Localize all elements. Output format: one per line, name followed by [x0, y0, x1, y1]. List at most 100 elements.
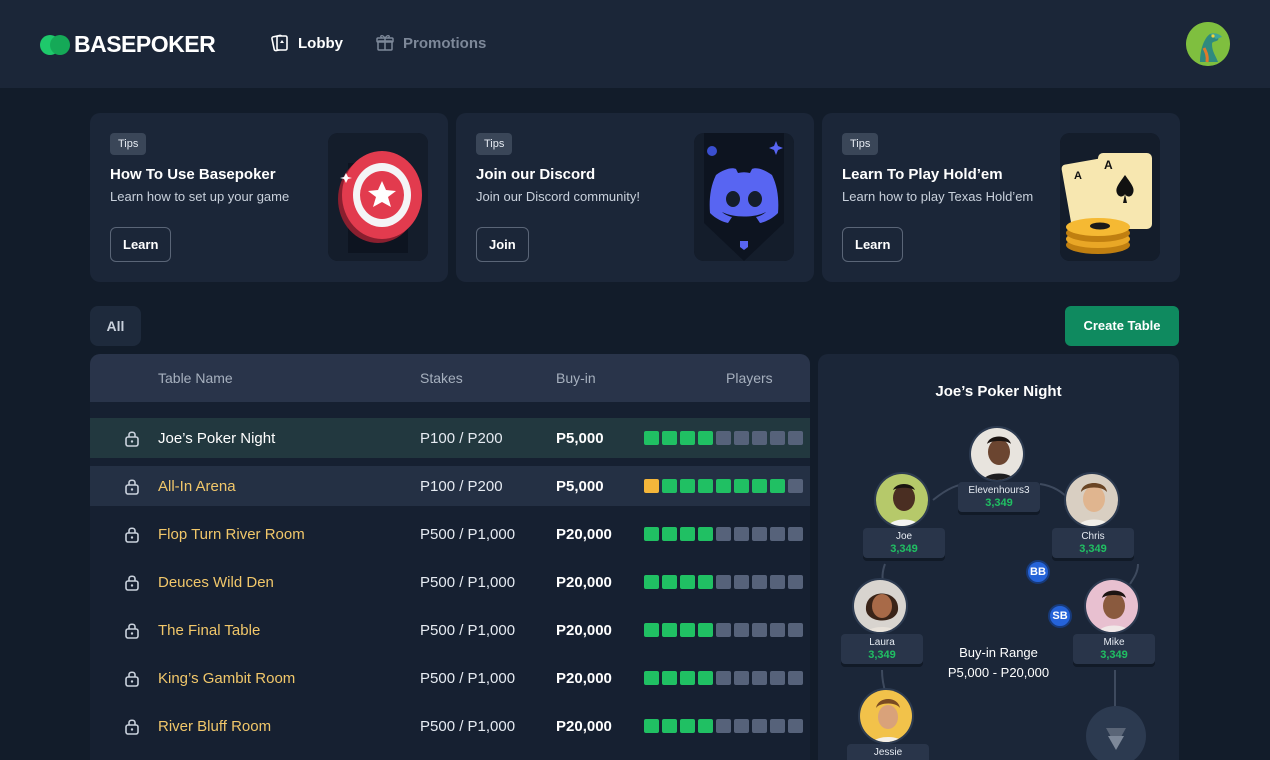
- seat-indicator: [788, 623, 803, 637]
- tip-description: Learn how to set up your game: [110, 189, 290, 204]
- table-name: Flop Turn River Room: [158, 526, 305, 543]
- avatar[interactable]: [874, 472, 930, 528]
- table-row[interactable]: King’s Gambit Room P500 / P1,000 P20,000: [90, 658, 810, 698]
- join-button[interactable]: Join: [476, 227, 529, 262]
- table-row[interactable]: River Bluff Room P500 / P1,000 P20,000: [90, 706, 810, 746]
- seat-indicator: [752, 719, 767, 733]
- seat-indicator: [752, 623, 767, 637]
- table-stakes: P500 / P1,000: [420, 718, 516, 735]
- player-seats-indicator: [644, 719, 803, 733]
- table-name: Joe’s Poker Night: [158, 430, 276, 447]
- seat-indicator: [680, 719, 695, 733]
- table-buyin: P5,000: [556, 478, 604, 495]
- learn-button[interactable]: Learn: [842, 227, 904, 262]
- tip-title: Learn To Play Hold’em: [842, 166, 1003, 183]
- nav-promotions-label: Promotions: [403, 34, 487, 52]
- table-buyin: P20,000: [556, 670, 612, 687]
- table-stakes: P100 / P200: [420, 478, 503, 495]
- avatar[interactable]: [852, 578, 908, 634]
- avatar[interactable]: [1084, 578, 1140, 634]
- seat-indicator: [734, 719, 749, 733]
- poker-chip-art: [328, 133, 428, 261]
- dealer-seat[interactable]: [1086, 706, 1146, 760]
- player-chips: 3,349: [890, 543, 918, 555]
- table-buyin: P5,000: [556, 430, 604, 447]
- seat-indicator: [716, 431, 731, 445]
- seat-indicator: [698, 575, 713, 589]
- cards-icon: [271, 34, 288, 52]
- seat-indicator: [752, 527, 767, 541]
- player-seat: Jessie: [847, 744, 929, 760]
- seat-indicator: [680, 527, 695, 541]
- lock-icon: [123, 525, 141, 548]
- seat-indicator: [716, 479, 731, 493]
- table-stakes: P500 / P1,000: [420, 574, 516, 591]
- player-seats-indicator: [644, 527, 803, 541]
- table-stakes: P500 / P1,000: [420, 670, 516, 687]
- table-buyin: P20,000: [556, 622, 612, 639]
- top-header: BASEPOKER Lobby Promotions: [0, 0, 1270, 88]
- seat-indicator: [680, 623, 695, 637]
- table-name: King’s Gambit Room: [158, 670, 296, 687]
- seat-indicator: [644, 431, 659, 445]
- seat-indicator: [752, 671, 767, 685]
- seat-indicator: [680, 479, 695, 493]
- seat-indicator: [644, 575, 659, 589]
- seat-indicator: [698, 431, 713, 445]
- table-row[interactable]: Flop Turn River Room P500 / P1,000 P20,000: [90, 514, 810, 554]
- logo-text: BASEPOKER: [74, 31, 216, 57]
- tips-badge: Tips: [842, 133, 879, 155]
- seat-indicator: [752, 575, 767, 589]
- player-seat: Elevenhours3 3,349: [958, 482, 1040, 512]
- player-seats-indicator: [644, 623, 803, 637]
- seat-indicator: [698, 623, 713, 637]
- seat-indicator: [788, 719, 803, 733]
- seat-indicator: [680, 431, 695, 445]
- table-name: The Final Table: [158, 622, 261, 639]
- lock-icon: [123, 477, 141, 500]
- seat-indicator: [770, 431, 785, 445]
- avatar[interactable]: [1064, 472, 1120, 528]
- user-avatar[interactable]: [1186, 22, 1230, 66]
- tips-badge: Tips: [110, 133, 147, 155]
- seat-indicator: [644, 671, 659, 685]
- column-header-buyin[interactable]: Buy-in: [556, 370, 596, 386]
- table-buyin: P20,000: [556, 574, 612, 591]
- column-header-stakes[interactable]: Stakes: [420, 370, 463, 386]
- chevron-down-icon: [1106, 728, 1126, 750]
- seat-indicator: [716, 575, 731, 589]
- table-row[interactable]: The Final Table P500 / P1,000 P20,000: [90, 610, 810, 650]
- player-name: Joe: [895, 531, 913, 542]
- learn-button[interactable]: Learn: [110, 227, 172, 262]
- lock-icon: [123, 621, 141, 644]
- lock-icon: [123, 573, 141, 596]
- player-name: Jessie: [873, 747, 903, 758]
- player-chips: 3,349: [1079, 543, 1107, 555]
- svg-text:A: A: [1104, 158, 1113, 172]
- seat-indicator: [662, 671, 677, 685]
- seat-indicator: [770, 527, 785, 541]
- main-nav: Lobby Promotions: [270, 33, 486, 53]
- seat-indicator: [788, 431, 803, 445]
- nav-promotions[interactable]: Promotions: [375, 33, 486, 53]
- column-header-name[interactable]: Table Name: [158, 370, 233, 386]
- table-row[interactable]: All-In Arena P100 / P200 P5,000: [90, 466, 810, 506]
- create-table-button[interactable]: Create Table: [1065, 306, 1179, 346]
- table-row[interactable]: Joe’s Poker Night P100 / P200 P5,000: [90, 418, 810, 458]
- filter-all-tab[interactable]: All: [90, 306, 141, 346]
- big-blind-chip: BB: [1026, 560, 1050, 584]
- player-seat: Joe 3,349: [863, 528, 945, 558]
- logo[interactable]: BASEPOKER: [40, 31, 216, 58]
- gift-icon: [376, 35, 394, 51]
- table-stakes: P500 / P1,000: [420, 526, 516, 543]
- table-row[interactable]: Deuces Wild Den P500 / P1,000 P20,000: [90, 562, 810, 602]
- seat-indicator: [788, 479, 803, 493]
- seat-indicator: [662, 527, 677, 541]
- logo-mark-icon: [40, 34, 70, 55]
- discord-logo-art: [694, 133, 794, 261]
- nav-lobby[interactable]: Lobby: [270, 33, 343, 53]
- column-header-players[interactable]: Players: [726, 370, 773, 386]
- avatar[interactable]: [858, 688, 914, 744]
- player-chips: 3,349: [985, 497, 1013, 509]
- avatar[interactable]: [969, 426, 1025, 482]
